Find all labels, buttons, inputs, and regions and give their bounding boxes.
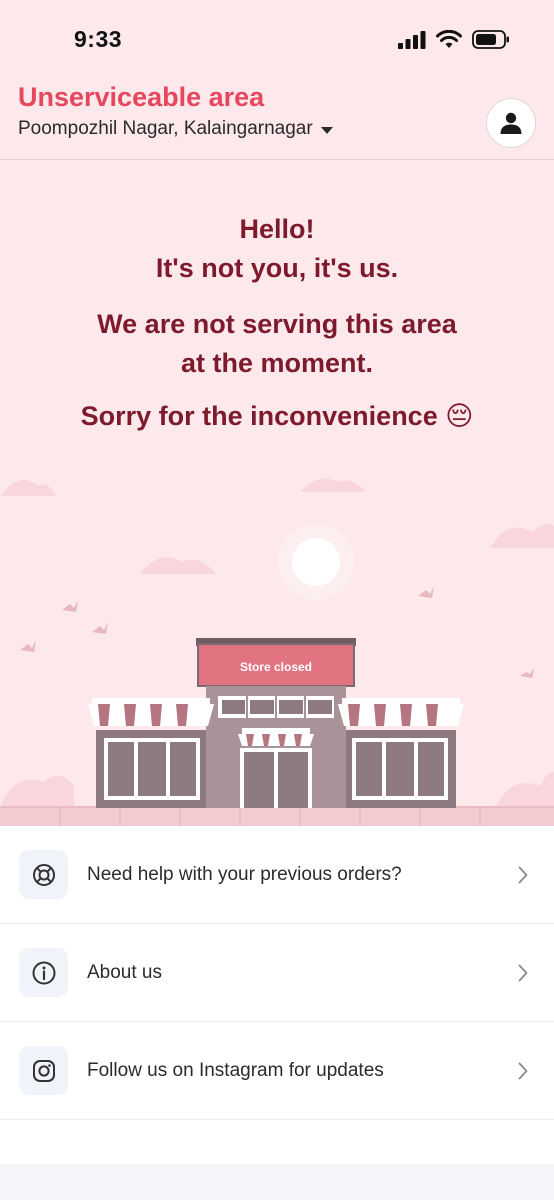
- cellular-signal-icon: [398, 30, 426, 49]
- unserviceable-hero: Hello! It's not you, it's us. We are not…: [0, 160, 554, 826]
- menu-item-instagram[interactable]: Follow us on Instagram for updates: [0, 1022, 554, 1120]
- instagram-icon-container: [19, 1046, 68, 1095]
- instagram-icon: [32, 1059, 55, 1082]
- user-icon: [500, 112, 522, 134]
- status-icons: [398, 30, 510, 49]
- greeting-message: Hello! It's not you, it's us.: [0, 210, 554, 288]
- info-icon-container: [19, 948, 68, 997]
- chevron-right-icon: [518, 964, 528, 981]
- lifebuoy-icon-container: [19, 850, 68, 899]
- caret-down-icon: [320, 126, 333, 134]
- location-label: Poompozhil Nagar, Kalaingarnagar: [18, 118, 313, 139]
- help-menu-list: Need help with your previous orders? Abo…: [0, 826, 554, 1120]
- profile-button[interactable]: [486, 98, 536, 148]
- app-header: Unserviceable area Poompozhil Nagar, Kal…: [0, 80, 554, 160]
- notice-line-1: We are not serving this area: [97, 309, 457, 339]
- menu-item-about-us[interactable]: About us: [0, 924, 554, 1022]
- notice-line-2: at the moment.: [180, 348, 374, 378]
- greeting-line-1: Hello!: [239, 214, 315, 244]
- bottom-strip: [0, 1164, 554, 1200]
- store-closed-sign: Store closed: [240, 660, 312, 674]
- menu-item-label: About us: [87, 961, 162, 983]
- status-time: 9:33: [74, 26, 123, 52]
- wifi-icon: [436, 30, 462, 48]
- battery-icon: [472, 30, 509, 49]
- chevron-right-icon: [518, 1062, 528, 1079]
- menu-item-label: Need help with your previous orders?: [87, 863, 402, 885]
- store-closed-illustration: Store closed: [0, 478, 554, 826]
- notice-message: We are not serving this area at the mome…: [0, 305, 554, 383]
- menu-item-previous-orders-help[interactable]: Need help with your previous orders?: [0, 826, 554, 924]
- lifebuoy-icon: [32, 863, 55, 886]
- greeting-line-2: It's not you, it's us.: [155, 253, 399, 283]
- menu-item-label: Follow us on Instagram for updates: [87, 1059, 384, 1081]
- page-title: Unserviceable area: [18, 82, 265, 112]
- location-selector[interactable]: Poompozhil Nagar, Kalaingarnagar: [18, 118, 333, 140]
- info-icon: [32, 961, 55, 984]
- status-bar: 9:33: [0, 0, 554, 80]
- chevron-right-icon: [518, 866, 528, 883]
